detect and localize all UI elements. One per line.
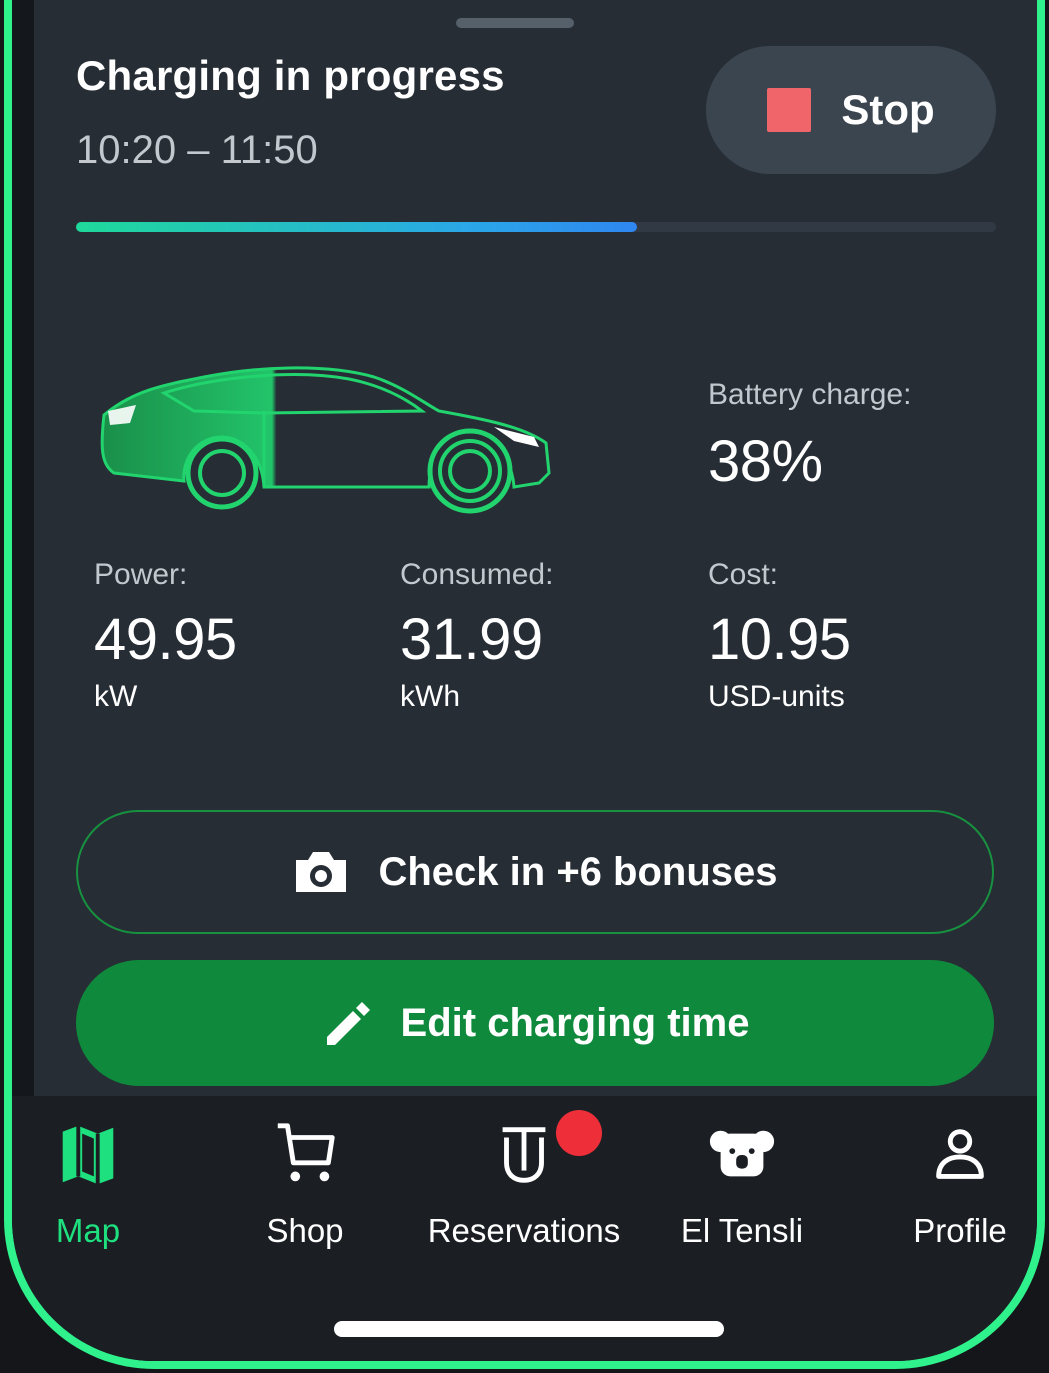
nav-label-shop: Shop: [266, 1212, 344, 1249]
page-title: Charging in progress: [76, 52, 505, 99]
map-icon: [62, 1125, 114, 1185]
nav-item-profile[interactable]: Profile: [855, 1120, 1037, 1250]
power-unit: kW: [94, 680, 138, 713]
home-indicator: [334, 1321, 724, 1337]
edit-charging-time-button[interactable]: Edit charging time: [76, 960, 994, 1086]
camera-icon: [296, 852, 347, 892]
consumed-label: Consumed:: [400, 558, 554, 591]
check-in-button-label: Check in +6 bonuses: [378, 849, 778, 894]
pencil-icon: [326, 1002, 370, 1045]
power-label: Power:: [94, 558, 188, 591]
nav-item-el-tensli[interactable]: El Tensli: [637, 1120, 847, 1250]
car-icon: [100, 366, 551, 514]
stop-button[interactable]: Stop: [706, 46, 996, 174]
koala-icon: [709, 1130, 775, 1177]
nav-label-profile: Profile: [913, 1212, 1007, 1249]
nav-item-shop[interactable]: Shop: [200, 1120, 410, 1250]
consumed-unit: kWh: [400, 680, 460, 713]
stop-icon: [767, 88, 812, 132]
consumed-value: 31.99: [400, 607, 543, 672]
nav-label-el-tensli: El Tensli: [680, 1212, 804, 1249]
profile-icon: [936, 1129, 984, 1179]
charging-progress-fill: [76, 222, 638, 232]
battery-charge-value: 38%: [708, 429, 823, 494]
sheet-grabber[interactable]: [456, 18, 574, 28]
reservations-badge: [556, 1110, 602, 1156]
charging-time-range: 10:20 – 11:50: [76, 128, 318, 172]
nav-item-map[interactable]: Map: [12, 1120, 193, 1250]
device-frame: Charging in progress 10:20 – 11:50 Stop: [4, 0, 1045, 1369]
check-in-button[interactable]: Check in +6 bonuses: [76, 810, 994, 934]
screen: Charging in progress 10:20 – 11:50 Stop: [0, 0, 1049, 1373]
battery-charge-label: Battery charge:: [708, 378, 912, 411]
charging-progress-bar: [76, 222, 996, 232]
reservations-icon: [502, 1127, 546, 1183]
cost-label: Cost:: [708, 558, 779, 591]
nav-label-reservations: Reservations: [427, 1212, 621, 1249]
cart-icon: [277, 1123, 335, 1182]
cost-unit: USD-units: [708, 680, 845, 713]
nav-label-map: Map: [55, 1212, 121, 1249]
cost-value: 10.95: [708, 607, 851, 672]
stop-button-label: Stop: [841, 86, 935, 133]
edit-charging-time-label: Edit charging time: [400, 1000, 750, 1045]
power-value: 49.95: [94, 607, 237, 672]
